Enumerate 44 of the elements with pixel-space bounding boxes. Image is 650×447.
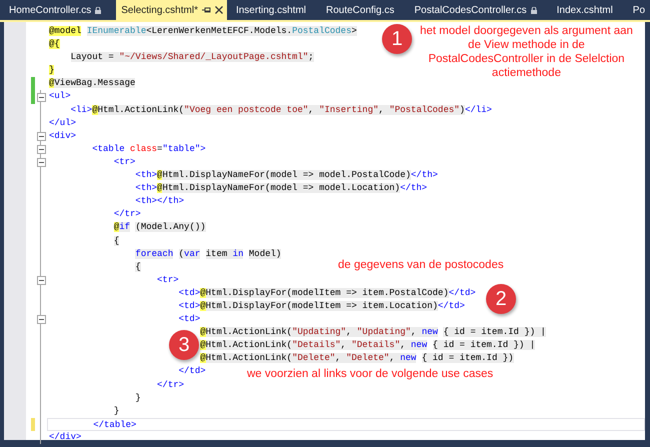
collapse-icon[interactable]	[36, 315, 46, 324]
file-tab[interactable]: PostalCodesController.cs	[409, 0, 541, 20]
file-tab[interactable]: Selecting.cshtml*	[116, 0, 227, 20]
code-line: <th>@Html.DisplayNameFor(model => model.Location)</th>	[134, 182, 428, 196]
collapse-icon[interactable]	[36, 158, 46, 167]
code-line: <td>@Html.DisplayFor(modelItem => item.PostalCode)</td>	[178, 286, 476, 300]
code-line: <li>@Html.ActionLink("Voeg een postcode toe", "Inserting", "PostalCodes")</li>	[70, 104, 492, 117]
file-tab[interactable]: RouteConfig.cs	[321, 0, 398, 20]
code-line: <td>	[178, 313, 200, 326]
code-line: @if (Model.Any())	[112, 221, 206, 234]
file-tab[interactable]: Index.cshtml	[552, 0, 617, 20]
close-icon[interactable]	[214, 6, 223, 14]
annotation-note: het model doorgegeven als argument aan de View methode in de PostalCodesController in de Selelction actiemethode	[420, 24, 633, 80]
code-line: <tr>	[112, 156, 136, 169]
code-line: </tr>	[156, 378, 184, 392]
code-line: @ViewBag.Message	[48, 77, 136, 90]
collapse-icon[interactable]	[36, 276, 46, 285]
collapse-icon[interactable]	[36, 132, 46, 141]
pin-icon[interactable]	[202, 6, 211, 14]
code-line: }	[134, 392, 141, 405]
code-line: @Html.ActionLink("Delete", "Delete", new { id = item.Id })	[199, 352, 514, 366]
annotation-note: we voorzien al links voor de volgende use cases	[247, 367, 494, 381]
code-line: Layout = "~/Views/Shared/_LayoutPage.cshtml";	[70, 51, 314, 64]
code-line: <td>@Html.DisplayFor(modelItem => item.Location)</td>	[178, 300, 465, 313]
collapse-icon[interactable]	[36, 92, 46, 102]
collapse-icon[interactable]	[36, 144, 46, 154]
file-tab[interactable]: Po	[628, 0, 650, 20]
code-line: </tr>	[112, 208, 141, 222]
code-line: </td>	[178, 365, 206, 378]
code-line: <div>	[48, 130, 76, 143]
code-line: @model IEnumerable<LerenWerkenMetEFCF.Models.PostalCodes>	[48, 25, 357, 38]
code-line: }	[112, 404, 120, 418]
code-line: <ul>	[48, 90, 71, 104]
code-line: <th></th>	[134, 195, 184, 208]
file-tab[interactable]: Inserting.cshtml	[230, 0, 310, 20]
code-line: foreach (var item in Model)	[134, 248, 282, 261]
annotation-note: de gegevens van de postocodes	[338, 258, 504, 272]
code-line: <tr>	[156, 274, 179, 287]
code-line: <th>@Html.DisplayNameFor(model => model.PostalCode)</th>	[134, 169, 438, 182]
code-line: </ul>	[48, 116, 76, 130]
code-line: <table class="table">	[91, 142, 206, 156]
code-line: </div>	[48, 430, 82, 444]
file-tab[interactable]: HomeController.cs	[4, 0, 106, 20]
code-line: @Html.ActionLink("Updating", "Updating", new { id = item.Id }) |	[199, 326, 546, 340]
